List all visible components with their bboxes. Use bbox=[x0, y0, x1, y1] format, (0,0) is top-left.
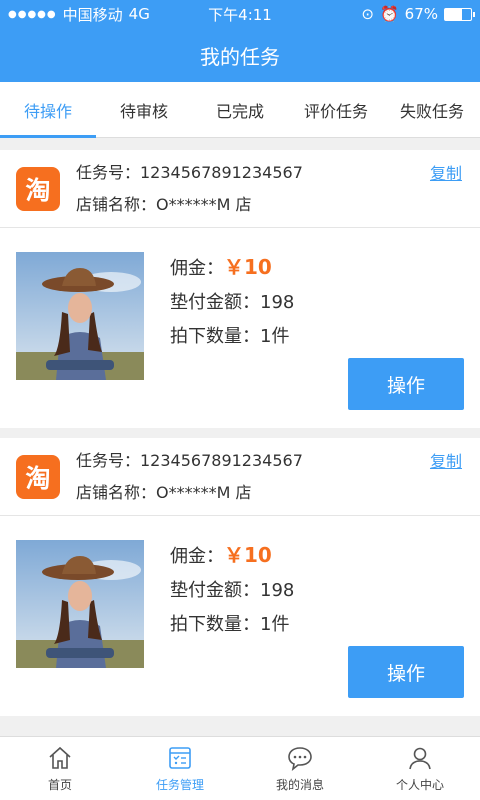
status-bar: ●●●●● 中国移动 4G ⊙ ⏰ 67% bbox=[0, 0, 480, 28]
battery-percent: 67% bbox=[404, 5, 438, 23]
signal-strength-icon: ●●●●● bbox=[8, 8, 57, 20]
nav-task-management-label: 任务管理 bbox=[155, 778, 204, 792]
rotation-lock-icon: ⊙ bbox=[361, 5, 374, 23]
network-type: 4G bbox=[128, 5, 150, 23]
taobao-icon: 淘 bbox=[16, 166, 60, 211]
operate-button[interactable]: 操作 bbox=[348, 646, 464, 698]
nav-task-management[interactable]: 任务管理 bbox=[120, 737, 240, 800]
product-image bbox=[16, 540, 144, 668]
nav-home-label: 首页 bbox=[47, 778, 72, 792]
task-card: 淘 任务号：1234567891234567 店铺名称：O******M 店 复… bbox=[0, 438, 480, 716]
product-image bbox=[16, 252, 144, 380]
tab-review-tasks[interactable]: 评价任务 bbox=[288, 82, 384, 137]
tab-pending-operation[interactable]: 待操作 bbox=[0, 82, 96, 138]
task-number: 任务号：1234567891234567 bbox=[76, 450, 303, 470]
tab-failed-tasks[interactable]: 失败任务 bbox=[384, 82, 480, 137]
operate-button[interactable]: 操作 bbox=[348, 358, 464, 410]
app-header: ●●●●● 中国移动 4G ⊙ ⏰ 67% 下午4:11 我的任务 bbox=[0, 0, 480, 82]
carrier-name: 中国移动 bbox=[62, 5, 123, 24]
shop-name: 店铺名称：O******M 店 bbox=[76, 194, 252, 214]
task-list-icon bbox=[169, 747, 191, 769]
person-icon bbox=[409, 747, 431, 770]
battery-fill bbox=[445, 8, 463, 20]
tab-completed[interactable]: 已完成 bbox=[192, 82, 288, 137]
nav-home[interactable]: 首页 bbox=[0, 737, 120, 800]
advance-amount: 垫付金额：198 bbox=[170, 580, 295, 601]
tab-pending-review[interactable]: 待审核 bbox=[96, 82, 192, 137]
order-quantity: 拍下数量：1件 bbox=[170, 614, 290, 635]
nav-personal-center-label: 个人中心 bbox=[395, 778, 444, 792]
task-tabs: 待操作 待审核 已完成 评价任务 失败任务 bbox=[0, 82, 480, 138]
message-icon bbox=[288, 747, 312, 771]
advance-amount: 垫付金额：198 bbox=[170, 292, 295, 313]
home-icon bbox=[49, 746, 71, 769]
page-title: 我的任务 bbox=[200, 44, 280, 69]
copy-link[interactable]: 复制 bbox=[430, 448, 462, 472]
commission-value: ￥10 bbox=[224, 543, 272, 567]
task-card: 淘 任务号：1234567891234567 店铺名称：O******M 店 复… bbox=[0, 150, 480, 428]
nav-personal-center[interactable]: 个人中心 bbox=[360, 737, 480, 800]
battery-icon bbox=[444, 7, 475, 21]
taobao-icon: 淘 bbox=[16, 454, 60, 499]
commission-value: ￥10 bbox=[224, 255, 272, 279]
nav-messages[interactable]: 我的消息 bbox=[240, 737, 360, 800]
shop-name: 店铺名称：O******M 店 bbox=[76, 482, 252, 502]
alarm-icon: ⏰ bbox=[379, 5, 399, 23]
order-quantity: 拍下数量：1件 bbox=[170, 326, 290, 347]
commission-label: 佣金： bbox=[170, 258, 224, 279]
task-number: 任务号：1234567891234567 bbox=[76, 162, 303, 182]
bottom-navigation: 首页 任务管理 我的消息 个人中心 bbox=[0, 736, 480, 800]
copy-link[interactable]: 复制 bbox=[430, 160, 462, 184]
nav-messages-label: 我的消息 bbox=[275, 778, 324, 792]
commission-label: 佣金： bbox=[170, 546, 224, 567]
